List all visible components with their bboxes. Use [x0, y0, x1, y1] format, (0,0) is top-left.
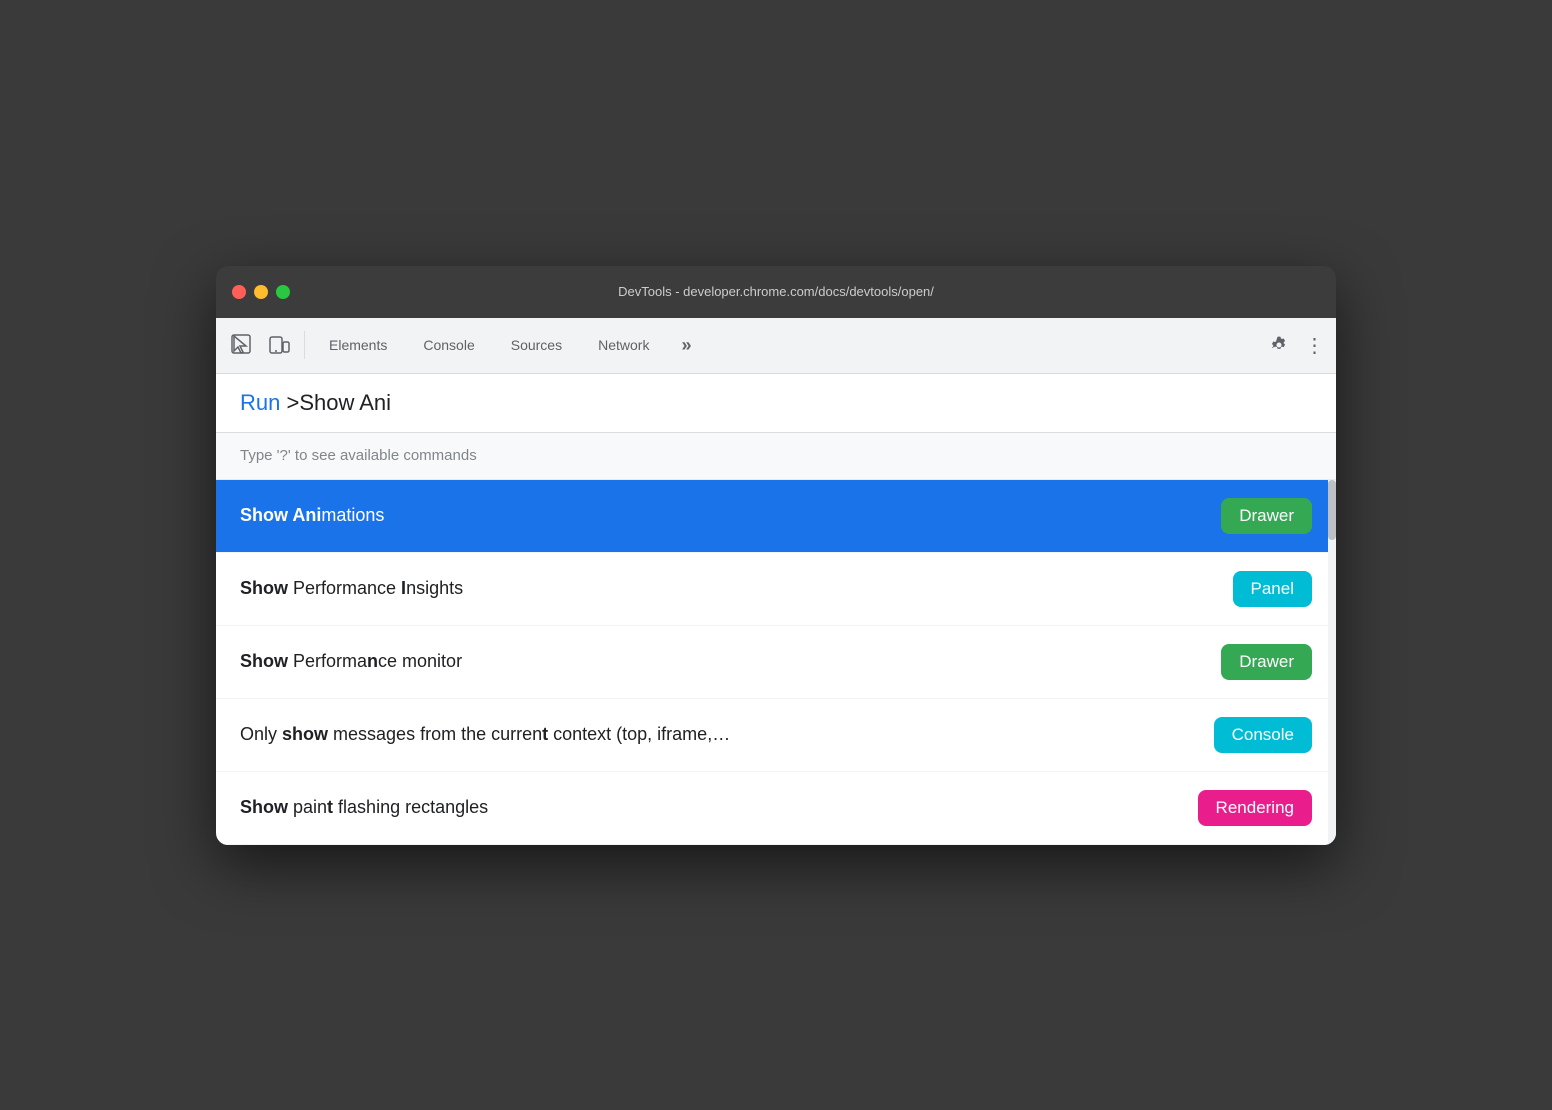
result-text-messages: Only show messages from the current cont…	[240, 722, 730, 747]
result-normal-performance: Performance	[288, 578, 401, 598]
badge-drawer-monitor: Drawer	[1221, 644, 1312, 680]
result-normal-performa: Performa	[288, 651, 367, 671]
command-bar: Run >Show Ani	[216, 374, 1336, 433]
result-text-performance-insights: Show Performance Insights	[240, 576, 463, 601]
scrollbar-thumb[interactable]	[1328, 480, 1336, 540]
results-container: Show Animations Drawer Show Performance …	[216, 480, 1336, 845]
tab-console[interactable]: Console	[407, 317, 490, 373]
run-label: Run	[240, 390, 280, 415]
tab-sources[interactable]: Sources	[495, 317, 578, 373]
cursor-icon	[230, 334, 252, 356]
result-text-paint-flashing: Show paint flashing rectangles	[240, 795, 488, 820]
minimize-button[interactable]	[254, 285, 268, 299]
result-bold-show: Show	[240, 578, 288, 598]
toolbar-divider-1	[304, 331, 305, 359]
hint-text: Type '?' to see available commands	[240, 447, 477, 464]
tab-elements[interactable]: Elements	[313, 317, 403, 373]
result-normal-only: Only	[240, 724, 282, 744]
result-normal-messages: messages from the curren	[328, 724, 542, 744]
result-bold-show2: Show	[240, 651, 288, 671]
settings-button[interactable]	[1262, 328, 1296, 362]
result-only-show-messages[interactable]: Only show messages from the current cont…	[216, 699, 1336, 772]
command-text: >Show Ani	[280, 390, 391, 415]
result-bold-show4: Show	[240, 797, 288, 817]
scrollbar-track	[1328, 480, 1336, 845]
inspect-element-button[interactable]	[224, 328, 258, 362]
result-text-performance-monitor: Show Performance monitor	[240, 649, 462, 674]
result-show-paint-flashing[interactable]: Show paint flashing rectangles Rendering	[216, 772, 1336, 845]
titlebar: DevTools - developer.chrome.com/docs/dev…	[216, 266, 1336, 318]
maximize-button[interactable]	[276, 285, 290, 299]
result-text-show-animations: Show Animations	[240, 503, 384, 528]
result-normal-flashing: flashing rectangles	[333, 797, 488, 817]
result-normal-context: context (top, iframe,…	[548, 724, 730, 744]
more-tabs-button[interactable]: »	[669, 328, 703, 362]
result-normal-nsights: nsights	[406, 578, 463, 598]
result-normal-pain: pain	[288, 797, 327, 817]
window-title: DevTools - developer.chrome.com/docs/dev…	[618, 284, 934, 299]
badge-rendering-paint: Rendering	[1198, 790, 1312, 826]
result-bold-show3: show	[282, 724, 328, 744]
tab-network[interactable]: Network	[582, 317, 665, 373]
gear-icon	[1269, 335, 1289, 355]
badge-panel-insights: Panel	[1233, 571, 1312, 607]
result-show-performance-monitor[interactable]: Show Performance monitor Drawer	[216, 626, 1336, 699]
devtools-window: DevTools - developer.chrome.com/docs/dev…	[216, 266, 1336, 845]
devtools-toolbar: Elements Console Sources Network » ⋮	[216, 318, 1336, 374]
result-bold-part: Show Ani	[240, 505, 321, 525]
command-input[interactable]: Run >Show Ani	[240, 390, 1312, 416]
result-show-performance-insights[interactable]: Show Performance Insights Panel	[216, 553, 1336, 626]
result-normal-part: mations	[321, 505, 384, 525]
result-bold-n: n	[367, 651, 378, 671]
hint-bar: Type '?' to see available commands	[216, 433, 1336, 480]
result-normal-ce-monitor: ce monitor	[378, 651, 462, 671]
traffic-lights	[232, 285, 290, 299]
badge-drawer-animations: Drawer	[1221, 498, 1312, 534]
more-options-button[interactable]: ⋮	[1300, 328, 1328, 362]
result-show-animations[interactable]: Show Animations Drawer	[216, 480, 1336, 553]
close-button[interactable]	[232, 285, 246, 299]
badge-console-messages: Console	[1214, 717, 1312, 753]
device-icon	[268, 334, 290, 356]
device-toolbar-button[interactable]	[262, 328, 296, 362]
